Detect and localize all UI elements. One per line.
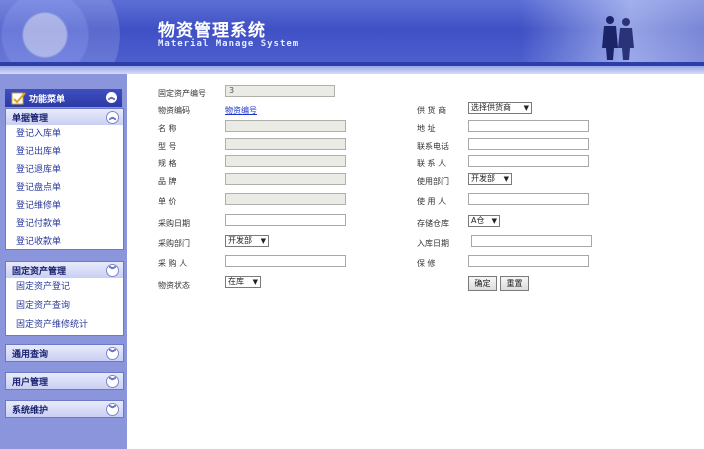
contact-label: 联 系 人 xyxy=(417,159,447,168)
purchase-date-field[interactable] xyxy=(225,214,346,226)
sidebar: 功能菜单 ︽ 单据管理 ︽ 登记入库单 登记出库单 登记退库单 登记盘点单 登记… xyxy=(0,74,127,449)
panel-head-user-management[interactable]: 用户管理 ︾ xyxy=(6,373,123,389)
in-date-label: 入库日期 xyxy=(417,239,449,248)
app-title: 物资管理系统 xyxy=(158,21,266,41)
panel-documents: 单据管理 ︽ 登记入库单 登记出库单 登记退库单 登记盘点单 登记维修单 登记付… xyxy=(5,108,124,250)
purchaser-label: 采 购 人 xyxy=(158,259,188,268)
purchaser-field[interactable] xyxy=(225,255,346,267)
collapse-chevron-icon[interactable]: ︽ xyxy=(106,111,119,124)
sidebar-item-register-payment[interactable]: 登记付款单 xyxy=(6,215,123,233)
reset-button[interactable]: 重置 xyxy=(500,276,529,291)
status-select[interactable]: 在库 ▼ xyxy=(225,276,261,288)
dropdown-arrow-icon: ▼ xyxy=(503,175,509,183)
material-code-label: 物资编码 xyxy=(158,106,190,115)
supplier-label: 供 货 商 xyxy=(417,106,447,115)
model-label: 型 号 xyxy=(158,142,177,151)
panel-head-fixed-assets[interactable]: 固定资产管理 ︾ xyxy=(6,262,123,278)
sidebar-item-register-receipt[interactable]: 登记收款单 xyxy=(6,233,123,251)
spec-label: 规 格 xyxy=(158,159,177,168)
sidebar-item-register-inbound[interactable]: 登记入库单 xyxy=(6,125,123,143)
supplier-select[interactable]: 选择供货商 ▼ xyxy=(468,102,532,114)
panel-general-query: 通用查询 ︾ xyxy=(5,344,124,362)
price-field xyxy=(225,193,346,205)
address-label: 地 址 xyxy=(417,124,436,133)
pencil-check-icon xyxy=(11,92,26,105)
use-dept-select[interactable]: 开发部 ▼ xyxy=(468,173,512,185)
sidebar-item-asset-query[interactable]: 固定资产查询 xyxy=(6,297,123,316)
brand-label: 品 牌 xyxy=(158,177,177,186)
user-label: 使 用 人 xyxy=(417,197,447,206)
business-people-icon xyxy=(602,16,634,60)
sidebar-item-asset-repair-stats[interactable]: 固定资产维修统计 xyxy=(6,316,123,335)
name-field xyxy=(225,120,346,132)
dropdown-arrow-icon: ▼ xyxy=(260,237,266,245)
address-field[interactable] xyxy=(468,120,589,132)
warranty-label: 保 修 xyxy=(417,259,436,268)
app-subtitle: Material Manage System xyxy=(158,39,300,49)
sidebar-item-register-repair[interactable]: 登记维修单 xyxy=(6,197,123,215)
phone-label: 联系电话 xyxy=(417,142,449,151)
price-label: 单 价 xyxy=(158,197,177,206)
purchase-date-label: 采购日期 xyxy=(158,219,190,228)
sidebar-item-register-return[interactable]: 登记退库单 xyxy=(6,161,123,179)
panel-head-documents[interactable]: 单据管理 ︽ xyxy=(6,109,123,125)
asset-no-label: 固定资产编号 xyxy=(158,89,206,98)
panel-head-system-maintenance[interactable]: 系统维护 ︾ xyxy=(6,401,123,417)
sidebar-item-register-outbound[interactable]: 登记出库单 xyxy=(6,143,123,161)
spec-field xyxy=(225,155,346,167)
function-menu-header[interactable]: 功能菜单 ︽ xyxy=(5,89,122,107)
purchase-dept-select[interactable]: 开发部 ▼ xyxy=(225,235,269,247)
gear-decoration-icon xyxy=(0,0,120,66)
warehouse-label: 存储仓库 xyxy=(417,219,449,228)
sidebar-item-register-inventory[interactable]: 登记盘点单 xyxy=(6,179,123,197)
panel-fixed-assets: 固定资产管理 ︾ 固定资产登记 固定资产查询 固定资产维修统计 xyxy=(5,261,124,336)
expand-chevron-icon[interactable]: ︾ xyxy=(106,347,119,360)
collapse-chevron-icon[interactable]: ︽ xyxy=(106,92,117,103)
asset-no-field: 3 xyxy=(225,85,335,97)
name-label: 名 称 xyxy=(158,124,177,133)
expand-chevron-icon[interactable]: ︾ xyxy=(106,375,119,388)
model-field xyxy=(225,138,346,150)
dropdown-arrow-icon: ▼ xyxy=(523,104,529,112)
panel-user-management: 用户管理 ︾ xyxy=(5,372,124,390)
phone-field[interactable] xyxy=(468,138,589,150)
sidebar-item-asset-register[interactable]: 固定资产登记 xyxy=(6,278,123,297)
contact-field[interactable] xyxy=(468,155,589,167)
panel-head-general-query[interactable]: 通用查询 ︾ xyxy=(6,345,123,361)
dropdown-arrow-icon: ▼ xyxy=(252,278,258,286)
warranty-field[interactable] xyxy=(468,255,589,267)
dropdown-arrow-icon: ▼ xyxy=(491,217,497,225)
warehouse-select[interactable]: A仓 ▼ xyxy=(468,215,500,227)
panel-system-maintenance: 系统维护 ︾ xyxy=(5,400,124,418)
use-dept-label: 使用部门 xyxy=(417,177,449,186)
expand-chevron-icon[interactable]: ︾ xyxy=(106,403,119,416)
expand-chevron-icon[interactable]: ︾ xyxy=(106,264,119,277)
ok-button[interactable]: 确定 xyxy=(468,276,497,291)
status-label: 物资状态 xyxy=(158,281,190,290)
purchase-dept-label: 采购部门 xyxy=(158,239,190,248)
material-code-link[interactable]: 物资编号 xyxy=(225,105,257,116)
function-menu-title: 功能菜单 xyxy=(29,94,66,105)
header-banner: 物资管理系统 Material Manage System xyxy=(0,0,704,66)
brand-field xyxy=(225,173,346,185)
in-date-field[interactable] xyxy=(471,235,592,247)
user-field[interactable] xyxy=(468,193,589,205)
